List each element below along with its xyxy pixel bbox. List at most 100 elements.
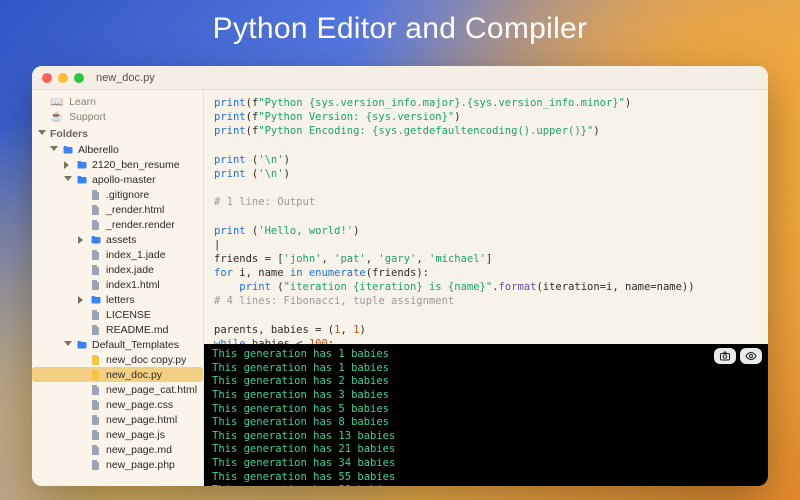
- tree-item-label: apollo-master: [92, 174, 156, 186]
- terminal-line: This generation has 1 babies: [212, 348, 760, 362]
- tree-item-label: .gitignore: [106, 189, 149, 201]
- tree-item-label: assets: [106, 234, 136, 246]
- tree-folder[interactable]: apollo-master: [32, 172, 203, 187]
- sidebar-item-label: Support: [69, 111, 106, 123]
- file-icon: [90, 399, 102, 411]
- tree-item-label: new_page_cat.html: [106, 384, 197, 396]
- tree-item-label: Default_Templates: [92, 339, 179, 351]
- file-icon: [90, 384, 102, 396]
- folder-icon: [90, 234, 102, 246]
- chevron-down-icon: [50, 146, 58, 154]
- file-icon: [90, 324, 102, 336]
- editor-window: new_doc.py 📖 Learn ☕ Support Folders: [32, 66, 768, 486]
- tree-file[interactable]: new_page_cat.html: [32, 382, 203, 397]
- tree-item-label: new_doc.py: [106, 369, 162, 381]
- zoom-icon[interactable]: [74, 73, 84, 83]
- tree-item-label: new_page.md: [106, 444, 172, 456]
- tree-file[interactable]: index_1.jade: [32, 247, 203, 262]
- tree-item-label: new_page.js: [106, 429, 165, 441]
- sidebar[interactable]: 📖 Learn ☕ Support Folders Alberello2120_…: [32, 90, 204, 486]
- tree-file[interactable]: _render.html: [32, 202, 203, 217]
- folder-icon: [76, 159, 88, 171]
- tree-item-label: index_1.jade: [106, 249, 166, 261]
- minimize-icon[interactable]: [58, 73, 68, 83]
- tree-file[interactable]: _render.render: [32, 217, 203, 232]
- tree-file[interactable]: new_page.css: [32, 397, 203, 412]
- sidebar-section-label: Folders: [50, 128, 88, 140]
- eye-icon: [745, 350, 757, 362]
- terminal-line: This generation has 89 babies: [212, 484, 760, 486]
- terminal-line: This generation has 55 babies: [212, 471, 760, 485]
- sidebar-section-folders[interactable]: Folders: [32, 126, 203, 142]
- sidebar-item-learn[interactable]: 📖 Learn: [50, 94, 195, 109]
- tree-file[interactable]: .gitignore: [32, 187, 203, 202]
- file-icon: [90, 204, 102, 216]
- tree-folder[interactable]: Default_Templates: [32, 337, 203, 352]
- tree-folder[interactable]: assets: [32, 232, 203, 247]
- tree-file[interactable]: LICENSE: [32, 307, 203, 322]
- terminal-line: This generation has 8 babies: [212, 416, 760, 430]
- tree-item-label: new_page.css: [106, 399, 173, 411]
- file-icon: [90, 219, 102, 231]
- tree-file[interactable]: index.jade: [32, 262, 203, 277]
- tree-item-label: LICENSE: [106, 309, 151, 321]
- terminal-line: This generation has 21 babies: [212, 443, 760, 457]
- file-icon: [90, 429, 102, 441]
- terminal-line: This generation has 1 babies: [212, 362, 760, 376]
- tree-item-label: _render.render: [106, 219, 175, 231]
- app-promo-stage: Python Editor and Compiler new_doc.py 📖 …: [0, 0, 800, 500]
- tree-file[interactable]: index1.html: [32, 277, 203, 292]
- tree-item-label: new_page.php: [106, 459, 175, 471]
- file-tree[interactable]: Alberello2120_ben_resume apollo-master .gi…: [32, 142, 203, 472]
- tree-file[interactable]: new_page.php: [32, 457, 203, 472]
- file-icon: [90, 279, 102, 291]
- chevron-down-icon: [64, 176, 72, 184]
- folder-icon: [62, 144, 74, 156]
- support-icon: ☕: [50, 110, 63, 123]
- code-editor[interactable]: print(f"Python {sys.version_info.major}.…: [204, 90, 768, 344]
- folder-icon: [76, 174, 88, 186]
- file-icon: [90, 249, 102, 261]
- tree-item-label: letters: [106, 294, 135, 306]
- tree-file[interactable]: new_page.html: [32, 412, 203, 427]
- tree-file[interactable]: new_page.js: [32, 427, 203, 442]
- file-icon: [90, 444, 102, 456]
- terminal-line: This generation has 5 babies: [212, 403, 760, 417]
- sidebar-top: 📖 Learn ☕ Support: [32, 92, 203, 126]
- terminal-line: This generation has 13 babies: [212, 430, 760, 444]
- tree-item-label: new_doc copy.py: [106, 354, 186, 366]
- folder-icon: [90, 294, 102, 306]
- window-titlebar[interactable]: new_doc.py: [32, 66, 768, 90]
- book-icon: 📖: [50, 95, 63, 108]
- tree-file[interactable]: README.md: [32, 322, 203, 337]
- python-file-icon: [90, 354, 102, 366]
- tree-file[interactable]: new_doc.py: [32, 367, 203, 382]
- chevron-right-icon: [78, 296, 86, 304]
- tree-item-label: Alberello: [78, 144, 119, 156]
- tree-file[interactable]: new_doc copy.py: [32, 352, 203, 367]
- tree-folder[interactable]: letters: [32, 292, 203, 307]
- sidebar-item-support[interactable]: ☕ Support: [50, 109, 195, 124]
- tree-folder[interactable]: 2120_ben_resume: [32, 157, 203, 172]
- tree-file[interactable]: new_page.md: [32, 442, 203, 457]
- python-file-icon: [90, 369, 102, 381]
- chevron-right-icon: [64, 161, 72, 169]
- file-icon: [90, 414, 102, 426]
- tree-item-label: index.jade: [106, 264, 154, 276]
- terminal-output[interactable]: This generation has 1 babiesThis generat…: [204, 344, 768, 486]
- hero-title: Python Editor and Compiler: [0, 12, 800, 46]
- terminal-line: This generation has 2 babies: [212, 375, 760, 389]
- tree-item-label: new_page.html: [106, 414, 177, 426]
- tree-item-label: README.md: [106, 324, 168, 336]
- camera-icon: [719, 350, 731, 362]
- window-traffic-lights: [42, 73, 84, 83]
- terminal-preview-button[interactable]: [740, 348, 762, 364]
- window-title: new_doc.py: [96, 72, 155, 84]
- tree-item-label: _render.html: [106, 204, 164, 216]
- terminal-screenshot-button[interactable]: [714, 348, 736, 364]
- chevron-down-icon: [64, 341, 72, 349]
- file-icon: [90, 459, 102, 471]
- file-icon: [90, 189, 102, 201]
- tree-folder[interactable]: Alberello: [32, 142, 203, 157]
- close-icon[interactable]: [42, 73, 52, 83]
